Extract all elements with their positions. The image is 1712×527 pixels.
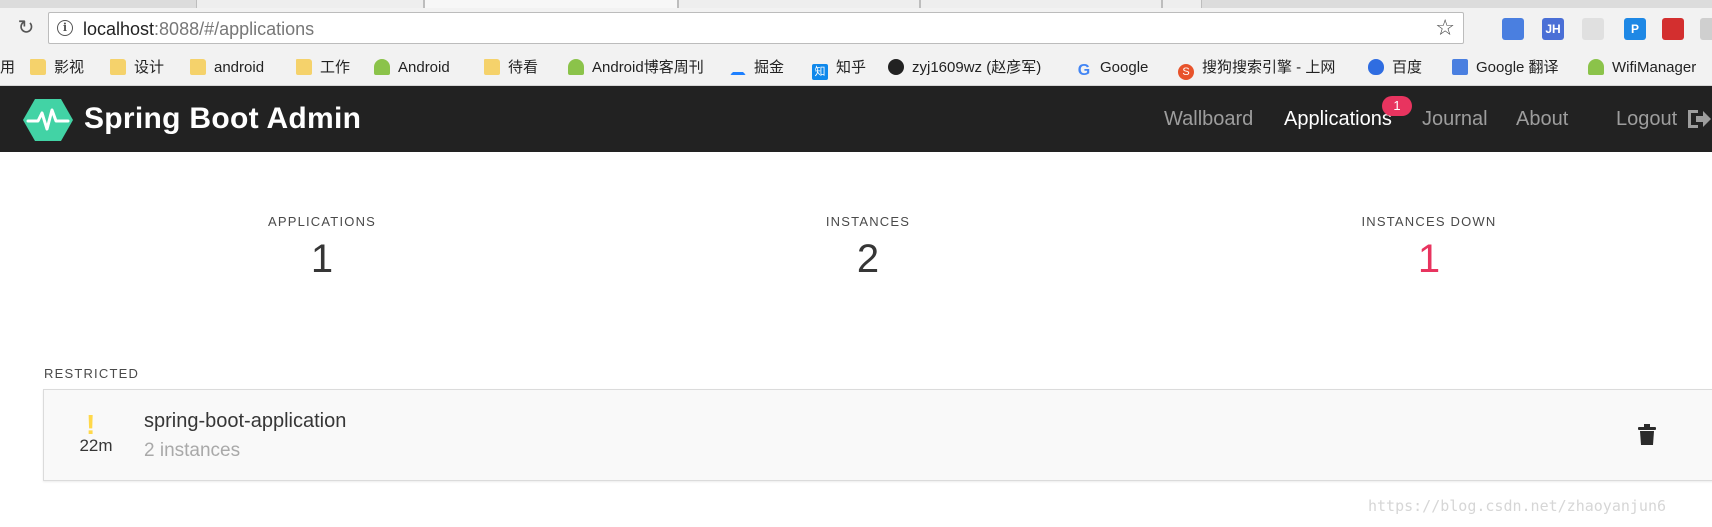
opera-icon[interactable] xyxy=(1662,18,1684,40)
browser-tab-active[interactable] xyxy=(424,0,678,8)
applications-notification-badge: 1 xyxy=(1382,96,1412,116)
bookmark-item[interactable]: S 搜狗搜索引擎 - 上网 xyxy=(1178,57,1336,80)
bookmark-item[interactable]: 知知乎 xyxy=(812,57,867,80)
stat-instances-down-value: 1 xyxy=(1417,237,1441,281)
reload-icon[interactable]: ↻ xyxy=(14,16,38,40)
address-bar[interactable]: i localhost:8088/#/applications ☆ xyxy=(48,12,1464,44)
android-icon xyxy=(568,59,584,75)
url-host: localhost xyxy=(83,19,155,39)
p-icon[interactable]: P xyxy=(1624,18,1646,40)
nav-journal[interactable]: Journal xyxy=(1422,108,1488,131)
bookmark-label: Google xyxy=(1100,59,1149,76)
folder-icon xyxy=(30,59,46,75)
bookmark-item[interactable]: 设计 xyxy=(110,57,164,79)
group-title: RESTRICTED xyxy=(44,366,140,381)
sogou-icon: S xyxy=(1178,64,1194,80)
bookmark-item[interactable]: Google 翻译 xyxy=(1452,57,1559,79)
stat-instances-down-label: INSTANCES DOWN xyxy=(1361,214,1497,229)
stat-instances: INSTANCES 2 xyxy=(718,214,1018,283)
folder-icon xyxy=(110,59,126,75)
app-navbar: Spring Boot Admin Wallboard Applications… xyxy=(0,86,1712,152)
site-info-icon[interactable]: i xyxy=(57,20,73,36)
stat-applications-value: 1 xyxy=(310,237,334,281)
folder-icon xyxy=(484,59,500,75)
folder-icon xyxy=(296,59,312,75)
browser-toolbar: ↻ i localhost:8088/#/applications ☆ JH P xyxy=(0,8,1712,48)
bookmark-item[interactable]: 掘金 xyxy=(730,57,784,79)
bookmark-item[interactable]: android xyxy=(190,57,264,79)
url-path: :8088/#/applications xyxy=(154,19,315,39)
github-icon xyxy=(888,59,904,75)
bookmark-label: 知乎 xyxy=(836,59,867,76)
browser-tab[interactable] xyxy=(678,0,920,8)
warning-icon: ! xyxy=(86,409,96,440)
nav-logout[interactable]: Logout xyxy=(1616,108,1677,131)
bookmarks-bar: 用 影视 设计 android 工作 Android 待看 Android博客周刊 掘金 知知乎 z… xyxy=(0,48,1712,86)
stat-instances-down: INSTANCES DOWN 1 xyxy=(1279,214,1579,283)
bookmark-label: 设计 xyxy=(134,59,165,76)
bookmark-item[interactable]: 工作 xyxy=(296,57,350,79)
address-url[interactable]: localhost:8088/#/applications xyxy=(83,19,314,40)
sitemap-icon[interactable] xyxy=(1582,18,1604,40)
application-row[interactable]: ! 22m spring-boot-application 2 instance… xyxy=(43,389,1712,481)
nav-wallboard[interactable]: Wallboard xyxy=(1164,108,1253,131)
bookmark-item[interactable]: 用 xyxy=(0,57,15,79)
bookmark-label: 百度 xyxy=(1392,59,1423,76)
juejin-icon xyxy=(730,63,746,75)
bookmark-label: 工作 xyxy=(320,59,351,76)
application-instance-count: 2 instances xyxy=(144,440,241,461)
stat-instances-label: INSTANCES xyxy=(825,214,911,229)
bookmark-label: zyj1609wz (赵彦军) xyxy=(912,59,1042,76)
stat-applications-label: APPLICATIONS xyxy=(267,214,377,229)
bookmark-label: 掘金 xyxy=(754,59,785,76)
bookmark-item[interactable]: WifiManager xyxy=(1588,57,1696,79)
brand-title[interactable]: Spring Boot Admin xyxy=(84,102,361,136)
jsonhandle-icon[interactable]: JH xyxy=(1542,18,1564,40)
logout-icon[interactable] xyxy=(1686,108,1712,130)
nav-about[interactable]: About xyxy=(1516,108,1568,131)
google-icon: G xyxy=(1077,62,1091,79)
translate-icon xyxy=(1452,59,1468,75)
watermark: https://blog.csdn.net/zhaoyanjun6 xyxy=(1368,497,1667,515)
bookmark-item[interactable]: zyj1609wz (赵彦军) xyxy=(888,57,1041,79)
bookmark-star-icon[interactable]: ☆ xyxy=(1435,16,1455,40)
extension-icon[interactable] xyxy=(1700,18,1712,40)
bookmark-label: 影视 xyxy=(54,59,85,76)
bookmark-item[interactable]: 百度 xyxy=(1368,57,1422,79)
android-icon xyxy=(1588,59,1604,75)
bookmark-label: 用 xyxy=(0,59,16,76)
bookmark-label: Android博客周刊 xyxy=(592,59,704,76)
google-translate-icon[interactable] xyxy=(1502,18,1524,40)
spring-boot-admin-logo-icon[interactable] xyxy=(22,98,74,142)
nav-applications[interactable]: Applications xyxy=(1284,108,1392,131)
browser-tab[interactable] xyxy=(920,0,1162,8)
bookmark-label: Android xyxy=(398,59,450,76)
bookmark-item[interactable]: 待看 xyxy=(484,57,538,79)
bookmark-item[interactable]: Android xyxy=(374,57,450,79)
new-tab-button[interactable] xyxy=(1162,0,1202,8)
browser-tab-strip xyxy=(0,0,1712,8)
bookmark-label: WifiManager xyxy=(1612,59,1697,76)
trash-icon[interactable] xyxy=(1638,424,1656,446)
folder-icon xyxy=(190,59,206,75)
bookmark-item[interactable]: 影视 xyxy=(30,57,84,79)
bookmark-item[interactable]: G Google xyxy=(1076,57,1149,79)
zhihu-icon: 知 xyxy=(812,64,828,80)
bookmark-label: 搜狗搜索引擎 - 上网 xyxy=(1202,59,1336,76)
bookmark-label: Google 翻译 xyxy=(1476,59,1559,76)
android-icon xyxy=(374,59,390,75)
bookmark-label: android xyxy=(214,59,265,76)
status-since: 22m xyxy=(79,436,113,455)
stat-applications: APPLICATIONS 1 xyxy=(172,214,472,283)
browser-tab[interactable] xyxy=(196,0,424,8)
bookmark-item[interactable]: Android博客周刊 xyxy=(568,57,704,79)
bookmark-label: 待看 xyxy=(508,59,539,76)
stat-instances-value: 2 xyxy=(856,237,880,281)
application-name[interactable]: spring-boot-application xyxy=(144,410,346,433)
baidu-icon xyxy=(1368,59,1384,75)
